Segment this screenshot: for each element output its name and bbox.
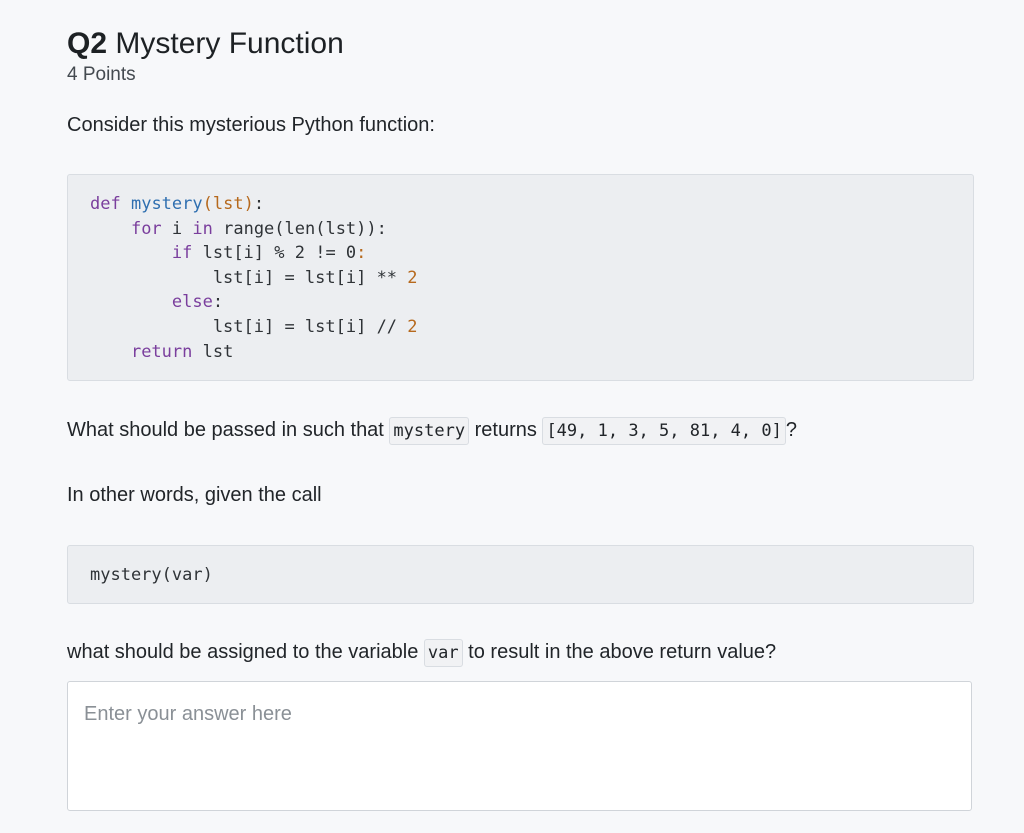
code-line: for i in range(len(lst)): (130, 218, 387, 239)
answer-input[interactable] (67, 681, 972, 811)
code-line: if lst[i] % 2 != 0: (171, 243, 367, 264)
function-code-block: def mystery(lst): for i in range(len(lst… (67, 174, 974, 381)
intro-text: Consider this mysterious Python function… (67, 114, 435, 136)
code-line: else: (171, 292, 224, 313)
call-code: mystery(var) (90, 565, 213, 585)
inline-code-function: mystery (389, 417, 470, 445)
function-code: def mystery(lst): for i in range(len(lst… (90, 192, 418, 364)
code-line: lst[i] = lst[i] ** 2 (90, 267, 418, 288)
inline-code-result: [49, 1, 3, 5, 81, 4, 0] (542, 417, 786, 445)
question-ask: What should be passed in such that myste… (67, 417, 797, 445)
question-points: 4 Points (67, 64, 136, 85)
code-line: lst[i] = lst[i] // 2 (90, 316, 418, 337)
final-prefix-text: what should be assigned to the variable (67, 641, 424, 663)
final-question: what should be assigned to the variable … (67, 639, 777, 667)
code-line: return lst (130, 341, 234, 362)
ask-middle-text: returns (469, 419, 543, 441)
other-words-text: In other words, given the call (67, 484, 322, 506)
inline-code-var: var (423, 639, 463, 667)
ask-suffix-text: ? (785, 419, 797, 441)
question-title: Q2 Mystery Function (67, 26, 344, 62)
code-line: def mystery(lst): (90, 194, 265, 214)
call-code-block: mystery(var) (67, 545, 974, 604)
question-number: Q2 (67, 27, 108, 60)
ask-prefix-text: What should be passed in such that (67, 419, 390, 441)
question-title-text: Mystery Function (115, 27, 344, 60)
final-suffix-text: to result in the above return value? (462, 641, 777, 663)
